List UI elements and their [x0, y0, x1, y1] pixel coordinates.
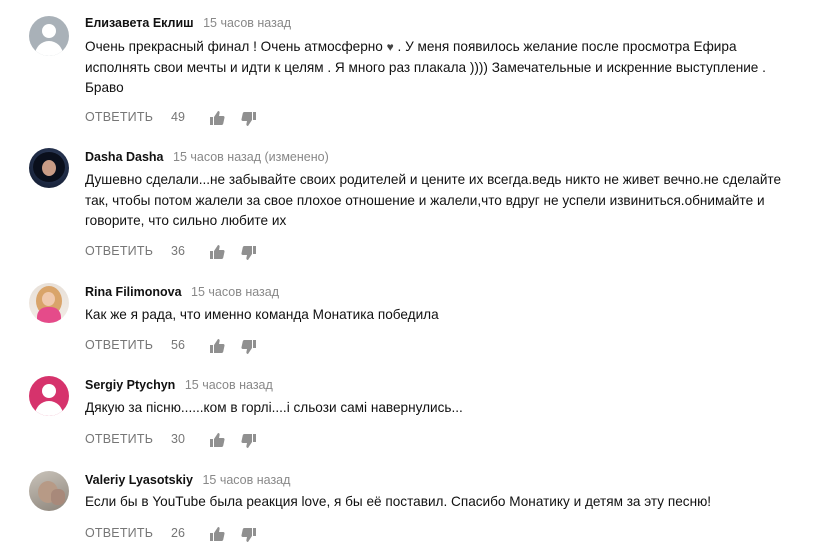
like-count: 49 [171, 110, 185, 124]
thumbs-up-icon[interactable] [209, 432, 225, 448]
thumbs-down-icon[interactable] [241, 339, 257, 355]
comment-text: Дякую за пісню......ком в горлі....і сль… [85, 400, 463, 415]
like-count: 56 [171, 338, 185, 352]
comment-header: Valeriy Lyasotskiy 15 часов назад [85, 472, 290, 488]
comment-text: Душевно сделали...не забывайте своих род… [85, 172, 782, 228]
comment-header: Dasha Dasha 15 часов назад (изменено) [85, 149, 329, 165]
author-name[interactable]: Sergiy Ptychyn [85, 378, 175, 392]
thumbs-up-icon[interactable] [209, 338, 225, 354]
author-name[interactable]: Dasha Dasha [85, 150, 164, 164]
reply-button[interactable]: ОТВЕТИТЬ [85, 244, 153, 258]
thumbs-down-icon[interactable] [241, 111, 257, 127]
comment-header: Sergiy Ptychyn 15 часов назад [85, 377, 273, 393]
thumbs-up-icon[interactable] [209, 244, 225, 260]
avatar[interactable] [29, 148, 69, 188]
thumbs-up-icon[interactable] [209, 110, 225, 126]
timestamp[interactable]: 15 часов назад [191, 285, 279, 299]
heart-emoji-icon: ♥︎ [386, 40, 394, 54]
comment-header: Елизавета Еклиш 15 часов назад [85, 15, 291, 31]
thumbs-up-icon[interactable] [209, 526, 225, 542]
like-count: 36 [171, 244, 185, 258]
comment-text: Как же я рада, что именно команда Монати… [85, 307, 439, 322]
comment-text: Если бы в YouTube была реакция love, я б… [85, 494, 712, 509]
reply-button[interactable]: ОТВЕТИТЬ [85, 110, 153, 124]
comment-header: Rina Filimonova 15 часов назад [85, 284, 279, 300]
thumbs-down-icon[interactable] [241, 433, 257, 449]
like-count: 26 [171, 526, 185, 540]
author-name[interactable]: Valeriy Lyasotskiy [85, 473, 193, 487]
timestamp[interactable]: 15 часов назад [185, 378, 273, 392]
comments-section: Елизавета Еклиш 15 часов назад Очень пре… [0, 0, 818, 553]
avatar[interactable] [29, 471, 69, 511]
author-name[interactable]: Rina Filimonova [85, 285, 182, 299]
reply-button[interactable]: ОТВЕТИТЬ [85, 432, 153, 446]
avatar[interactable] [29, 16, 69, 56]
comment-text: Очень прекрасный финал ! Очень атмосферн… [85, 37, 805, 99]
thumbs-down-icon[interactable] [241, 527, 257, 543]
comment-text-part: Очень прекрасный финал ! Очень атмосферн… [85, 39, 387, 54]
timestamp[interactable]: 15 часов назад [203, 16, 291, 30]
thumbs-down-icon[interactable] [241, 245, 257, 261]
timestamp[interactable]: 15 часов назад (изменено) [173, 150, 329, 164]
reply-button[interactable]: ОТВЕТИТЬ [85, 338, 153, 352]
avatar[interactable] [29, 283, 69, 323]
like-count: 30 [171, 432, 185, 446]
avatar[interactable] [29, 376, 69, 416]
author-name[interactable]: Елизавета Еклиш [85, 16, 194, 30]
timestamp[interactable]: 15 часов назад [202, 473, 290, 487]
reply-button[interactable]: ОТВЕТИТЬ [85, 526, 153, 540]
